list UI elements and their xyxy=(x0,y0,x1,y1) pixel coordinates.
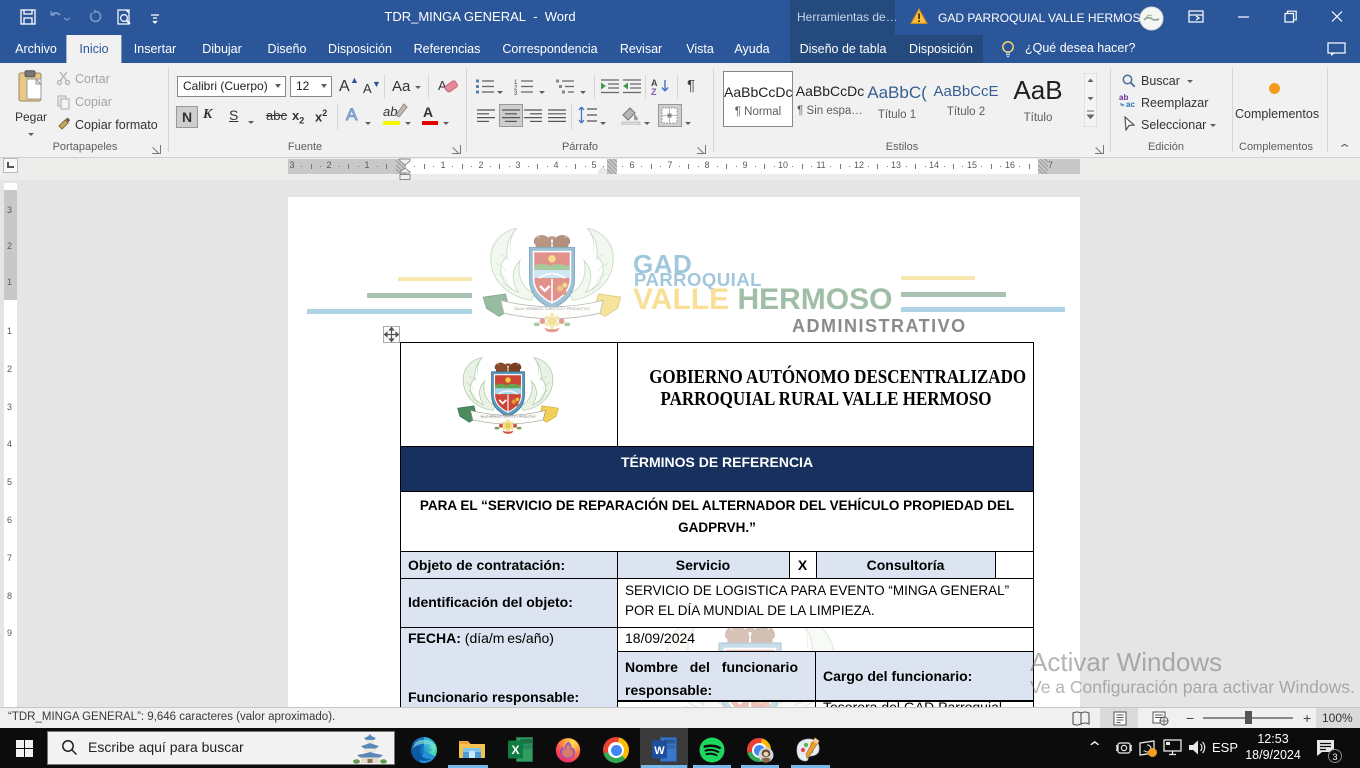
svg-text:W: W xyxy=(654,745,665,757)
svg-text:3: 3 xyxy=(1332,752,1337,762)
svg-text:ac: ac xyxy=(1126,100,1135,108)
svg-text:X: X xyxy=(511,743,519,757)
svg-text:3: 3 xyxy=(514,91,518,95)
svg-text:Z: Z xyxy=(651,87,657,96)
